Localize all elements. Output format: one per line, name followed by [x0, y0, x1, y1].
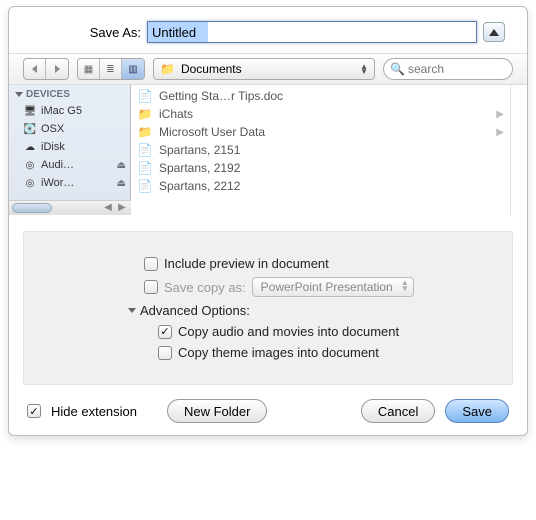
document-icon: 📄 [137, 160, 153, 176]
chevron-left-icon [32, 65, 37, 73]
save-copy-row: Save copy as: PowerPoint Presentation ▲▼ [144, 277, 502, 297]
sidebar-item-label: iDisk [41, 141, 65, 153]
sidebar-item-label: OSX [41, 123, 64, 135]
list-item[interactable]: 📁 iChats ▶ [131, 105, 510, 123]
sidebar-item[interactable]: 🖥 iMac G5 [9, 102, 130, 120]
bottom-bar: ✓ Hide extension New Folder Cancel Save [9, 395, 527, 423]
advanced-options-header[interactable]: Advanced Options: [128, 303, 502, 318]
scroll-left-icon[interactable]: ◀ [101, 202, 115, 213]
disc-icon: ◎ [23, 158, 37, 172]
forward-button[interactable] [46, 59, 68, 79]
sidebar-header-text: DEVICES [26, 89, 70, 100]
copy-media-checkbox[interactable]: ✓ [158, 325, 172, 339]
document-icon: 📄 [137, 178, 153, 194]
file-name: Spartans, 2212 [159, 179, 240, 193]
save-button[interactable]: Save [445, 399, 509, 423]
sidebar-item-label: iWor… [41, 177, 74, 189]
nav-back-forward[interactable] [23, 58, 69, 80]
file-name: Spartans, 2151 [159, 143, 240, 157]
options-panel: Include preview in document Save copy as… [23, 231, 513, 385]
cancel-button[interactable]: Cancel [361, 399, 435, 423]
file-name: Getting Sta…r Tips.doc [159, 89, 283, 103]
save-copy-checkbox[interactable] [144, 280, 158, 294]
sidebar-section-header[interactable]: DEVICES [9, 85, 130, 102]
sidebar-item-label: iMac G5 [41, 105, 82, 117]
idisk-icon: ☁︎ [23, 140, 37, 154]
file-name: Microsoft User Data [159, 125, 265, 139]
copy-theme-label: Copy theme images into document [178, 345, 379, 360]
chevron-right-icon [55, 65, 60, 73]
hide-extension-label: Hide extension [51, 404, 137, 419]
sidebar-item[interactable]: 💽 OSX [9, 120, 130, 138]
include-preview-row: Include preview in document [144, 256, 502, 271]
document-icon: 📄 [137, 88, 153, 104]
eject-icon[interactable]: ⏏ [117, 160, 126, 171]
document-icon: 📄 [137, 142, 153, 158]
list-item[interactable]: 📄 Spartans, 2212 [131, 177, 510, 195]
file-name: iChats [159, 107, 193, 121]
format-value: PowerPoint Presentation [261, 280, 393, 294]
search-wrap: 🔍 [383, 58, 513, 80]
save-as-row: Save As: [9, 7, 527, 53]
hdd-icon: 💽 [23, 122, 37, 136]
location-label: Documents [181, 62, 242, 76]
sidebar-item[interactable]: ◎ iWor… ⏏ [9, 174, 130, 192]
column-view-icon: ▥ [128, 64, 137, 75]
include-preview-checkbox[interactable] [144, 257, 158, 271]
sidebar-item[interactable]: ☁︎ iDisk [9, 138, 130, 156]
format-popup: PowerPoint Presentation ▲▼ [252, 277, 414, 297]
sidebar-item[interactable]: ◎ Audi… ⏏ [9, 156, 130, 174]
hide-extension-checkbox[interactable]: ✓ [27, 404, 41, 418]
save-as-label: Save As: [31, 25, 141, 40]
popup-arrows-icon: ▲▼ [401, 280, 409, 292]
folder-icon: 📁 [137, 106, 153, 122]
sidebar-item-label: Audi… [41, 159, 74, 171]
disclosure-triangle-icon [15, 92, 23, 97]
copy-media-label: Copy audio and movies into document [178, 324, 399, 339]
copy-theme-checkbox[interactable] [158, 346, 172, 360]
icon-view-icon: ▦ [84, 64, 93, 75]
filename-input[interactable] [147, 21, 477, 43]
search-icon: 🔍 [390, 62, 405, 76]
browser-toolbar: ▦ ≣ ▥ 📁 Documents ▲▼ 🔍 [9, 53, 527, 85]
new-folder-button[interactable]: New Folder [167, 399, 267, 423]
save-copy-label: Save copy as: [164, 280, 246, 295]
scroll-right-icon[interactable]: ▶ [115, 202, 129, 213]
list-item[interactable]: 📄 Spartans, 2151 [131, 141, 510, 159]
sidebar: DEVICES 🖥 iMac G5 💽 OSX ☁︎ iDisk ◎ Audi…… [9, 85, 131, 215]
folder-icon: 📁 [160, 62, 175, 76]
column: 📄 Getting Sta…r Tips.doc 📁 iChats ▶ 📁 Micros… [131, 85, 511, 215]
location-popup[interactable]: 📁 Documents ▲▼ [153, 58, 375, 80]
copy-media-row: ✓ Copy audio and movies into document [158, 324, 502, 339]
file-name: Spartans, 2192 [159, 161, 240, 175]
chevron-right-icon: ▶ [496, 127, 504, 138]
view-list-button[interactable]: ≣ [100, 59, 122, 79]
sidebar-scrollbar[interactable]: ◀ ▶ [9, 200, 131, 215]
imac-icon: 🖥 [23, 104, 37, 118]
column-empty [511, 85, 527, 215]
back-button[interactable] [24, 59, 46, 79]
list-item[interactable]: 📄 Spartans, 2192 [131, 159, 510, 177]
view-column-button[interactable]: ▥ [122, 59, 144, 79]
save-dialog: Save As: ▦ ≣ ▥ 📁 Documents ▲▼ 🔍 [8, 6, 528, 436]
copy-theme-row: Copy theme images into document [158, 345, 502, 360]
list-view-icon: ≣ [106, 64, 114, 75]
disclosure-triangle-icon [128, 308, 136, 313]
scrollbar-thumb[interactable] [12, 203, 52, 213]
file-browser: DEVICES 🖥 iMac G5 💽 OSX ☁︎ iDisk ◎ Audi…… [9, 85, 527, 215]
chevron-right-icon: ▶ [496, 109, 504, 120]
expand-collapse-button[interactable] [483, 22, 505, 42]
view-icon-button[interactable]: ▦ [78, 59, 100, 79]
folder-icon: 📁 [137, 124, 153, 140]
view-mode-segment[interactable]: ▦ ≣ ▥ [77, 58, 145, 80]
eject-icon[interactable]: ⏏ [117, 178, 126, 189]
list-item[interactable]: 📁 Microsoft User Data ▶ [131, 123, 510, 141]
popup-arrows-icon: ▲▼ [360, 64, 368, 74]
disc-icon: ◎ [23, 176, 37, 190]
list-item[interactable]: 📄 Getting Sta…r Tips.doc [131, 87, 510, 105]
include-preview-label: Include preview in document [164, 256, 329, 271]
triangle-up-icon [489, 29, 499, 36]
advanced-options-label: Advanced Options: [140, 303, 250, 318]
